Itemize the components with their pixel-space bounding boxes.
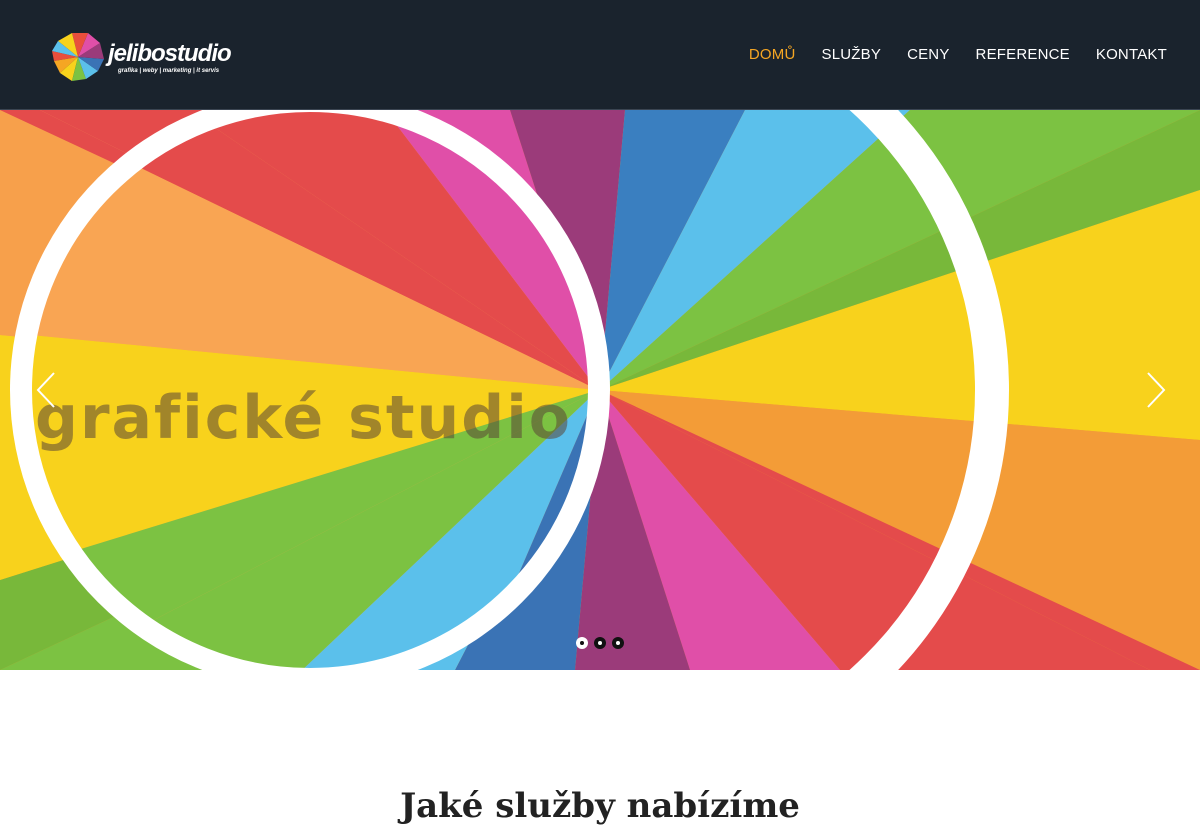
slider-dot-1[interactable] — [576, 637, 588, 649]
nav-item-domu[interactable]: DOMŮ — [749, 46, 796, 64]
section-heading: Jaké služby nabízíme — [400, 786, 800, 826]
hero-slider: grafické studio — [0, 110, 1200, 670]
slider-dot-2[interactable] — [594, 637, 606, 649]
nav-item-reference[interactable]: REFERENCE — [976, 46, 1070, 64]
slider-next-button[interactable] — [1144, 370, 1168, 410]
slider-prev-button[interactable] — [34, 370, 58, 410]
logo-wordmark: jelibostudio — [108, 40, 232, 67]
nav-item-ceny[interactable]: CENY — [907, 46, 949, 64]
chevron-right-icon — [1147, 372, 1166, 408]
slider-dot-3[interactable] — [612, 637, 624, 649]
logo-link[interactable]: jelibostudio grafika | weby | marketing … — [50, 32, 240, 82]
site-header: jelibostudio grafika | weby | marketing … — [0, 0, 1200, 110]
nav-item-sluzby[interactable]: SLUŽBY — [822, 46, 882, 64]
logo-tagline: grafika | weby | marketing | it servis — [118, 68, 220, 74]
nav-item-kontakt[interactable]: KONTAKT — [1096, 46, 1167, 64]
slider-pagination — [576, 637, 624, 649]
hero-title: grafické studio — [35, 383, 572, 453]
main-nav: DOMŮ SLUŽBY CENY REFERENCE KONTAKT — [749, 46, 1167, 64]
chevron-left-icon — [36, 372, 55, 408]
logo-burst-icon — [52, 33, 104, 81]
